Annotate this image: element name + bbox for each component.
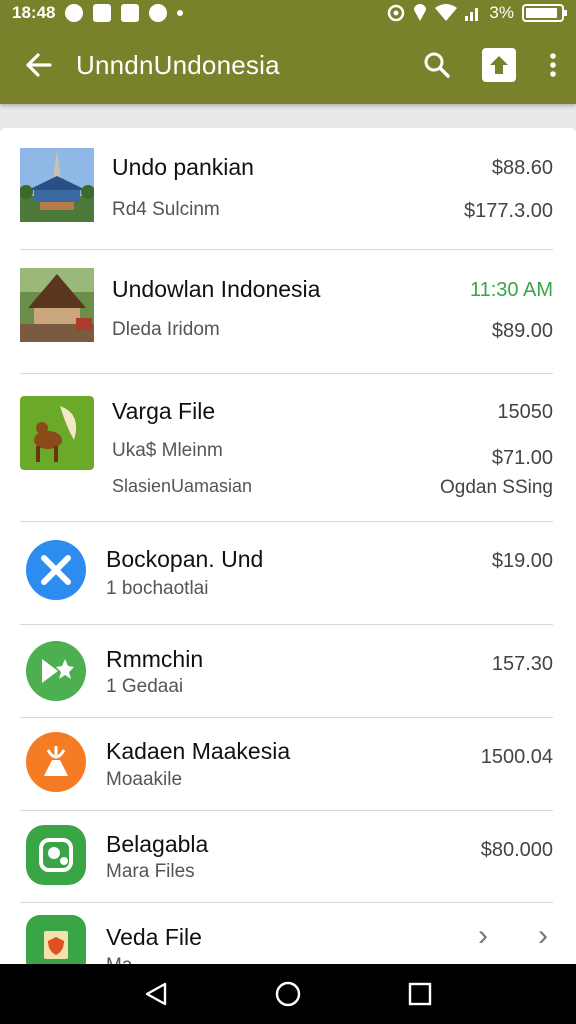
notification-icon (121, 4, 140, 22)
item-name: Undo pankian (112, 154, 254, 180)
list-item[interactable]: Undowlan Indonesia Dleda Iridom 11:30 AM… (20, 250, 553, 374)
battery-icon (522, 4, 567, 22)
item-subtitle: Mara Files (106, 861, 195, 882)
item-value-secondary: $71.00 (491, 447, 553, 469)
x-icon (26, 540, 86, 600)
page-title: UnndnUndonesia (76, 49, 280, 80)
item-name: Rmmchin (106, 646, 204, 672)
share-button[interactable] (468, 26, 530, 104)
nav-home-button[interactable] (258, 964, 318, 1024)
nfc-icon (388, 4, 405, 22)
item-subtitle: 1 Gedaai (106, 676, 184, 697)
list-item[interactable]: Rmmchin 1 Gedaai 157.30 (20, 625, 553, 718)
list-item[interactable]: Kadaen Maakesia Moaakile 1500.04 (20, 718, 553, 811)
item-value: $19.00 (491, 550, 553, 572)
item-value: $88.60 (491, 157, 553, 179)
item-extra: Ogdan SSing (439, 477, 553, 498)
person-icon (26, 732, 86, 792)
list-item[interactable]: Bockopan. Und 1 bochaotlai $19.00 (20, 522, 553, 625)
item-value: $80.000 (480, 839, 553, 861)
notification-dot-icon (177, 10, 184, 16)
nav-recents-button[interactable] (390, 964, 450, 1024)
status-bar: 18:48 3% (0, 0, 576, 26)
share-icon (482, 48, 516, 82)
item-subtitle: Rd4 Sulcinm (112, 199, 220, 220)
item-name: Bockopan. Und (106, 546, 264, 572)
status-time: 18:48 (12, 3, 56, 22)
home-nav-icon (275, 981, 301, 1007)
list-item[interactable]: Belagabla Mara Files $80.000 (20, 811, 553, 903)
location-icon (414, 4, 427, 21)
signal-icon (465, 8, 479, 21)
item-name: Undowlan Indonesia (112, 276, 321, 302)
item-description: SlasienUamasian (112, 476, 253, 496)
item-name: Belagabla (106, 831, 209, 857)
item-time: 11:30 AM (469, 279, 553, 301)
chevron-right-icon[interactable]: › (478, 919, 488, 953)
more-vert-icon (550, 53, 556, 77)
battery-percent: 3% (489, 3, 514, 22)
item-subtitle: 1 bochaotlai (106, 578, 209, 599)
item-subtitle: Moaakile (106, 769, 183, 790)
list-item[interactable]: Undo pankian Rd4 Sulcinm $88.60 $177.3.0… (20, 128, 553, 250)
item-value-secondary: $177.3.00 (464, 200, 553, 222)
list-item[interactable]: Veda File Ma › › (20, 903, 553, 964)
notification-icon (65, 4, 84, 22)
item-value: 157.30 (491, 653, 553, 675)
overflow-menu-button[interactable] (530, 26, 576, 104)
item-list: Undo pankian Rd4 Sulcinm $88.60 $177.3.0… (0, 128, 576, 964)
wifi-icon (435, 4, 458, 21)
search-button[interactable] (406, 26, 468, 104)
recents-nav-icon (408, 982, 432, 1006)
shield-file-icon (26, 915, 86, 964)
item-subtitle: Dleda Iridom (112, 319, 220, 340)
notification-icon (93, 4, 112, 22)
notification-icon (149, 4, 168, 22)
item-subtitle: Uka$ Mleinm (112, 440, 223, 461)
file-manager-icon (26, 825, 86, 885)
item-value: 15050 (497, 401, 553, 423)
search-icon (424, 52, 450, 78)
nav-back-button[interactable] (126, 964, 186, 1024)
navigation-bar (0, 964, 576, 1024)
item-name: Varga File (112, 398, 216, 424)
item-name: Veda File (106, 924, 202, 950)
house-photo (20, 268, 94, 342)
back-button[interactable] (0, 26, 76, 104)
back-arrow-icon (26, 53, 52, 77)
list-item[interactable]: Varga File Uka$ Mleinm SlasienUamasian 1… (20, 374, 553, 522)
back-nav-icon (145, 982, 167, 1006)
app-bar: UnndnUndonesia (0, 26, 576, 104)
temple-photo (20, 148, 94, 222)
item-name: Kadaen Maakesia (106, 738, 291, 764)
item-subtitle: Ma (106, 955, 132, 964)
star-x-icon (26, 641, 86, 701)
item-value: 1500.04 (480, 746, 553, 768)
chevron-right-icon[interactable]: › (538, 919, 548, 953)
item-value: $89.00 (491, 320, 553, 342)
deer-icon (20, 396, 94, 470)
